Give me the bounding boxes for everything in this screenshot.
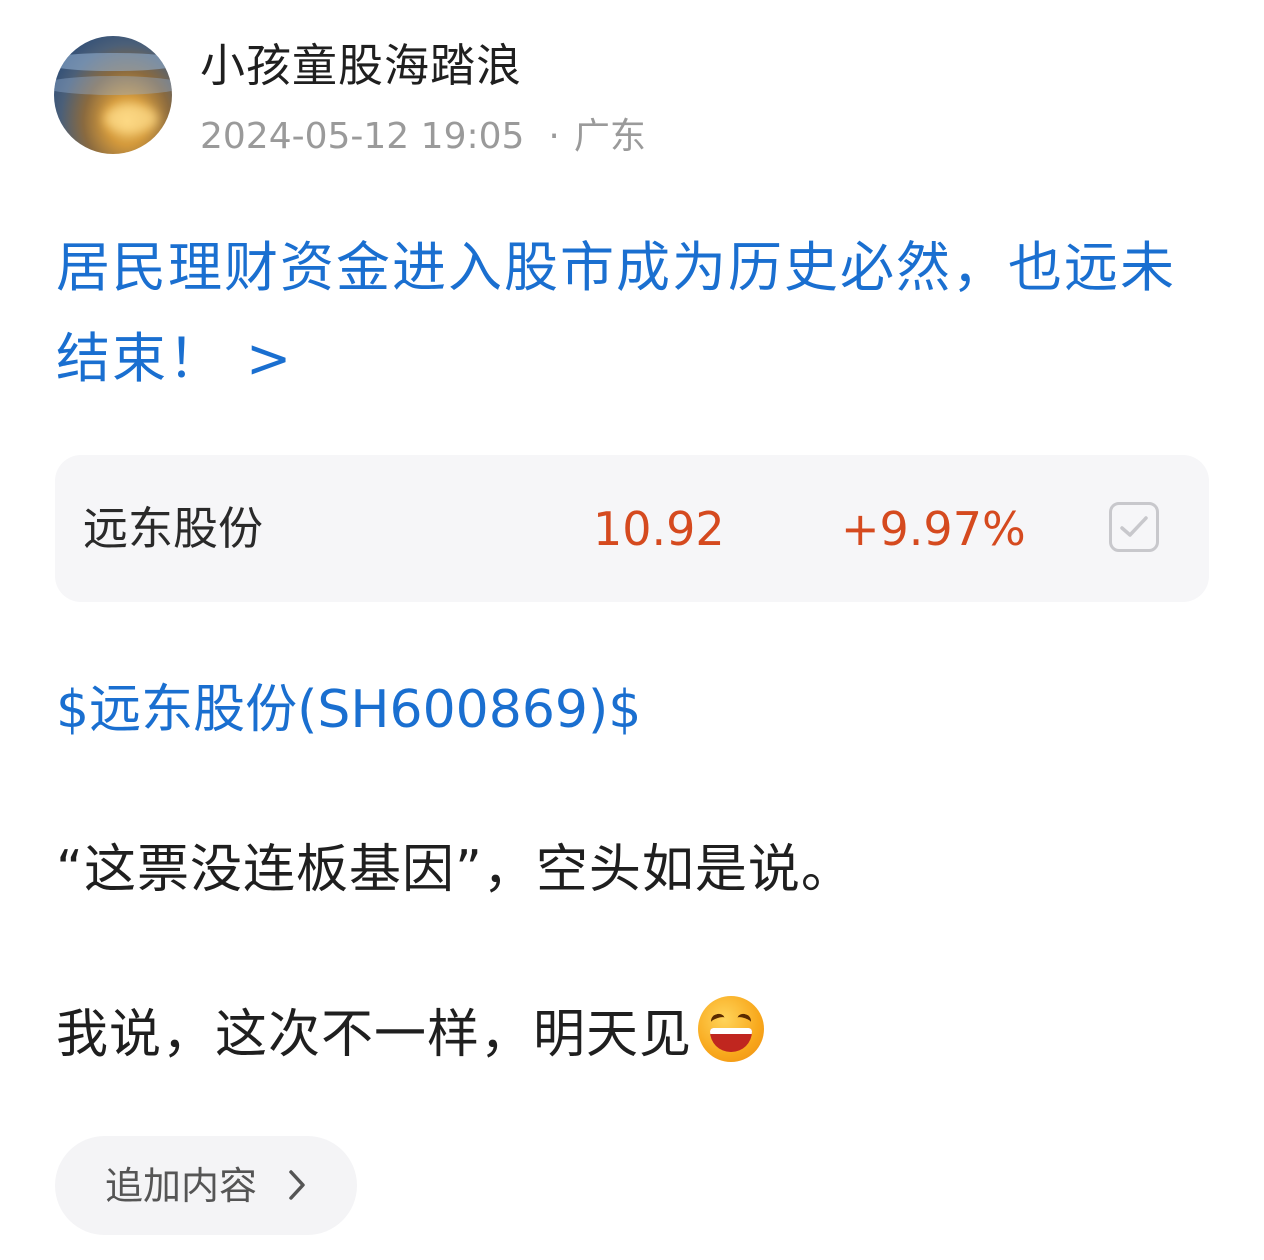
emoji-eye — [709, 1012, 727, 1028]
stock-change-percent: +9.97% — [841, 502, 1026, 556]
meta-separator: · — [548, 116, 560, 157]
article-title-link[interactable]: 居民理财资金进入股市成为历史必然，也远未结束！ > — [56, 222, 1216, 404]
stock-tag-link[interactable]: $远东股份(SH600869)$ — [56, 678, 641, 742]
post-paragraph: 我说，这次不一样，明天见 — [56, 996, 765, 1067]
post-paragraph-text: 我说，这次不一样，明天见 — [56, 1005, 693, 1065]
append-content-label: 追加内容 — [105, 1164, 258, 1208]
avatar-wave — [54, 52, 172, 72]
post-paragraph: “这票没连板基因”，空头如是说。 — [56, 840, 854, 900]
post-meta: 2024-05-12 19:05 · 广东 — [200, 115, 646, 159]
emoji-eye — [735, 1012, 753, 1028]
checkbox-check-icon[interactable] — [1109, 502, 1159, 552]
stock-price: 10.92 — [593, 502, 725, 556]
avatar[interactable] — [54, 36, 172, 154]
post-location: 广东 — [573, 116, 646, 157]
article-title-text: 居民理财资金进入股市成为历史必然，也远未结束！ — [56, 236, 1176, 390]
check-mark-icon — [1120, 516, 1148, 537]
stock-name: 远东股份 — [83, 502, 264, 555]
title-chevron-icon: > — [246, 327, 294, 390]
avatar-sun-glow — [103, 104, 158, 133]
emoji-mouth — [710, 1028, 753, 1052]
chevron-right-icon — [289, 1170, 305, 1200]
avatar-wave — [54, 76, 172, 95]
laughing-face-icon — [698, 996, 765, 1062]
author-name[interactable]: 小孩童股海踏浪 — [200, 38, 522, 94]
emoji-teeth — [710, 1028, 753, 1034]
post-timestamp: 2024-05-12 19:05 — [200, 116, 525, 157]
stock-quote-card[interactable]: 远东股份 10.92 +9.97% — [55, 455, 1209, 602]
append-content-button[interactable]: 追加内容 — [55, 1136, 357, 1235]
